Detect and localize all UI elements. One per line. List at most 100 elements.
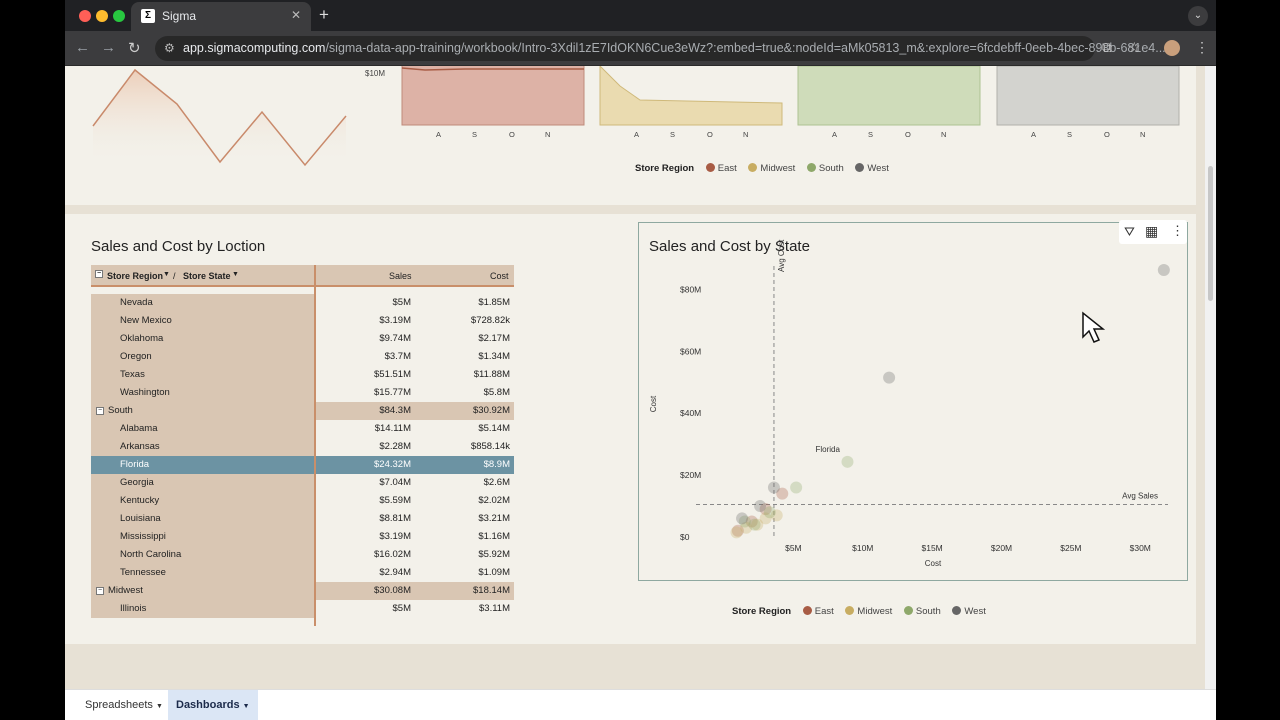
table-row[interactable]: Mississippi $3.19M $1.16M [91,528,514,546]
legend-item[interactable]: Midwest [857,606,892,617]
y-tick-label: $20M [680,470,701,480]
x-tick-label: $30M [1130,543,1151,553]
forward-icon[interactable]: → [101,39,116,56]
region-sort-icon[interactable]: ▼ [163,271,170,278]
table-row[interactable]: Kentucky $5.59M $2.02M [91,492,514,510]
scatter-chart: $0 $20M $40M $60M $80M $5M $10M $15M $20M $25M $3… [649,239,1170,568]
y-tick-label: $0 [680,532,690,542]
head-separator: / [173,271,176,281]
back-icon[interactable]: ← [75,39,90,56]
scatter-point-west[interactable] [767,481,780,494]
sales-cost-table: − Store Region ▼ / Store State ▼ Sales C… [91,265,514,626]
browser-tab[interactable]: Σ Sigma ✕ [131,2,311,31]
west-dot-icon [855,163,865,172]
cost-cell: $728.82k [470,315,510,326]
table-header: − Store Region ▼ / Store State ▼ Sales C… [91,265,514,287]
legend-item[interactable]: West [867,163,888,174]
table-row[interactable]: Nevada $5M $1.85M [91,294,514,312]
head-sales[interactable]: Sales [389,271,412,281]
table-row[interactable]: Oklahoma $9.74M $2.17M [91,330,514,348]
cost-cell: $1.16M [478,531,510,542]
table-row[interactable]: Georgia $7.04M $2.6M [91,474,514,492]
cost-cell: $858.14k [470,441,510,452]
bookmark-star-icon[interactable]: ☆ [1128,39,1141,56]
collapse-group-icon[interactable]: − [96,407,104,415]
legend-item[interactable]: South [819,163,844,174]
maximize-window-button[interactable] [113,10,125,22]
legend-item[interactable]: East [815,606,834,617]
table-row[interactable]: Illinois $5M $3.11M [91,600,514,618]
top-legend: Store Region East Midwest South West [635,163,889,174]
legend-item[interactable]: Midwest [760,163,795,174]
reload-icon[interactable]: ↻ [128,39,141,57]
table-row[interactable]: Texas $51.51M $11.88M [91,366,514,384]
scatter-point-south[interactable] [790,481,803,494]
collapse-group-icon[interactable]: − [96,587,104,595]
row-label-cell: North Carolina [91,546,314,564]
legend-item[interactable]: East [718,163,737,174]
month-tick: A [832,130,837,139]
top-charts-card: $10M A S O N A S O N A S O N A S O N Sto… [65,66,1196,205]
scrollbar-thumb[interactable] [1208,166,1213,301]
table-group-row[interactable]: − Midwest $30.08M $18.14M [91,582,514,600]
tab-label: Spreadsheets [85,699,153,711]
scatter-point-west[interactable] [883,371,896,384]
row-label-cell: Oklahoma [91,330,314,348]
close-tab-icon[interactable]: ✕ [291,8,301,22]
legend-item[interactable]: West [964,606,985,617]
scatter-point-west[interactable] [736,512,749,525]
profile-avatar[interactable] [1164,40,1180,56]
row-label: Mississippi [120,531,166,542]
month-tick: S [670,130,675,139]
tab-search-button[interactable]: ⌄ [1188,6,1208,26]
cost-cell: $11.88M [473,369,510,380]
table-row[interactable]: North Carolina $16.02M $5.92M [91,546,514,564]
table-row[interactable]: Louisiana $8.81M $3.21M [91,510,514,528]
x-tick-label: $20M [991,543,1012,553]
scatter-point-west[interactable] [754,500,767,513]
scatter-points [730,264,1170,539]
tab-spreadsheets[interactable]: Spreadsheets ▼ [77,690,171,720]
scatter-point-midwest[interactable] [730,526,743,539]
table-row[interactable]: New Mexico $3.19M $728.82k [91,312,514,330]
minimize-window-button[interactable] [96,10,108,22]
legend-title: Store Region [635,163,695,174]
month-tick: S [472,130,477,139]
dashboard-canvas: $10M A S O N A S O N A S O N A S O N Sto… [65,66,1216,689]
table-row[interactable]: Arkansas $2.28M $858.14k [91,438,514,456]
sales-cell: $16.02M [374,549,411,560]
page-tabs: Spreadsheets ▼ Dashboards ▼ [65,689,1216,720]
line-area-fill [93,70,346,166]
east-dot-icon [705,163,715,172]
url-field[interactable]: ⚙ app.sigmacomputing.com/sigma-data-app-… [155,36,1166,61]
table-row[interactable]: Washington $15.77M $5.8M [91,384,514,402]
collapse-all-icon[interactable]: − [95,270,103,278]
close-window-button[interactable] [79,10,91,22]
row-label-cell: New Mexico [91,312,314,330]
legend-item[interactable]: South [916,606,941,617]
cost-cell: $3.11M [479,603,510,614]
address-bar-row: ← → ↻ ⚙ app.sigmacomputing.com/sigma-dat… [65,31,1216,66]
scatter-point-south[interactable] [841,455,854,468]
sales-cell: $9.74M [379,333,411,344]
table-row[interactable]: Alabama $14.11M $5.14M [91,420,514,438]
head-store-region[interactable]: Store Region [107,271,163,281]
state-sort-icon[interactable]: ▼ [232,271,239,278]
scatter-point-west[interactable] [1157,264,1170,276]
browser-menu-icon[interactable]: ⋮ [1195,39,1209,56]
table-row[interactable]: Tennessee $2.94M $1.09M [91,564,514,582]
table-row[interactable]: Oregon $3.7M $1.34M [91,348,514,366]
site-info-icon[interactable]: ⚙ [164,41,175,55]
head-store-state[interactable]: Store State [183,271,231,281]
sales-cell: $15.77M [374,387,411,398]
table-row[interactable]: Florida $24.32M $8.9M [91,456,514,474]
month-tick: S [1067,130,1072,139]
vertical-scrollbar[interactable] [1205,66,1216,689]
table-group-row[interactable]: − South $84.3M $30.92M [91,402,514,420]
install-app-icon[interactable]: ⧉ [1102,39,1112,56]
row-label-cell: Alabama [91,420,314,438]
tab-dashboards[interactable]: Dashboards ▼ [168,690,258,720]
month-tick: N [1140,130,1145,139]
new-tab-button[interactable]: + [319,5,329,25]
head-cost[interactable]: Cost [490,271,509,281]
